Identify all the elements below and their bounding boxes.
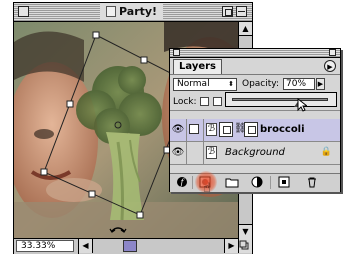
scroll-left-arrow-icon[interactable]: ◀ — [79, 239, 93, 253]
scroll-up-arrow-icon[interactable]: ▲ — [239, 22, 252, 36]
lock-image-checkbox[interactable] — [213, 97, 222, 106]
opacity-input[interactable]: 70% — [283, 78, 315, 90]
tab-layers[interactable]: Layers — [173, 59, 222, 74]
layer-style-icon[interactable]: f — [174, 176, 190, 189]
palette-tab-row: Layers ▶ — [170, 58, 340, 75]
document-title-wrap: Party! — [100, 4, 164, 19]
layer-mask-thumbnail[interactable] — [244, 122, 258, 137]
status-bar: 33.33% ◀ ▶ — [14, 238, 252, 254]
opacity-slider-track[interactable] — [232, 98, 328, 101]
opacity-slider-toggle-icon[interactable]: ▶ — [316, 78, 325, 90]
hand-pointer-cursor-icon: ☝ — [203, 181, 211, 196]
resize-grip-glyph — [239, 240, 249, 250]
palette-collapse-icon[interactable] — [329, 49, 336, 56]
blend-mode-chevron-icon: ⬍ — [228, 80, 234, 88]
layer-row-broccoli[interactable]: 👁 ℬ ⛓ broccoli — [170, 119, 340, 142]
zoom-level-field[interactable]: 33.33% — [16, 240, 74, 252]
lock-icon: 🔒 — [320, 147, 332, 157]
scroll-right-arrow-icon[interactable]: ▶ — [224, 239, 238, 253]
layer-name-broccoli: broccoli — [260, 124, 305, 135]
collapse-box-icon[interactable] — [236, 6, 247, 17]
zoom-box-icon[interactable] — [222, 6, 233, 17]
close-box-icon[interactable] — [18, 6, 29, 17]
layers-palette-titlebar[interactable] — [170, 49, 340, 58]
opacity-slider-popup[interactable] — [225, 92, 337, 107]
layer-name-background: Background — [225, 147, 285, 158]
lock-label: Lock: — [173, 97, 197, 107]
adjustment-layer-icon[interactable] — [249, 176, 265, 189]
horizontal-scroll-thumb[interactable] — [123, 240, 137, 252]
lock-transparency-checkbox[interactable] — [200, 97, 209, 106]
document-title: Party! — [119, 5, 158, 18]
brush-icon: ℬ — [206, 123, 217, 136]
horizontal-scrollbar[interactable]: ◀ ▶ — [78, 239, 238, 254]
document-file-icon — [106, 6, 116, 17]
layers-palette: Layers ▶ Normal ⬍ Opacity: 70% ▶ Lock: 👁… — [169, 48, 341, 192]
layers-empty-area — [170, 158, 340, 172]
arrow-cursor-icon — [297, 97, 309, 116]
resize-grip-icon[interactable] — [238, 238, 252, 253]
layer-mask-link-cell[interactable] — [187, 119, 204, 141]
layer-thumbnail-broccoli[interactable] — [219, 122, 233, 137]
palette-menu-icon[interactable]: ▶ — [324, 60, 336, 72]
trash-icon[interactable] — [304, 176, 320, 189]
scroll-down-arrow-icon[interactable]: ▼ — [239, 224, 252, 238]
document-titlebar[interactable]: Party! — [14, 3, 252, 22]
eye-icon[interactable]: 👁 — [170, 119, 187, 141]
blend-mode-value: Normal — [177, 79, 210, 89]
opacity-label: Opacity: — [242, 79, 279, 89]
palette-close-icon[interactable] — [173, 49, 180, 56]
new-layer-icon[interactable] — [276, 176, 292, 189]
new-set-icon[interactable] — [224, 176, 240, 189]
blend-mode-select[interactable]: Normal ⬍ — [173, 78, 237, 91]
